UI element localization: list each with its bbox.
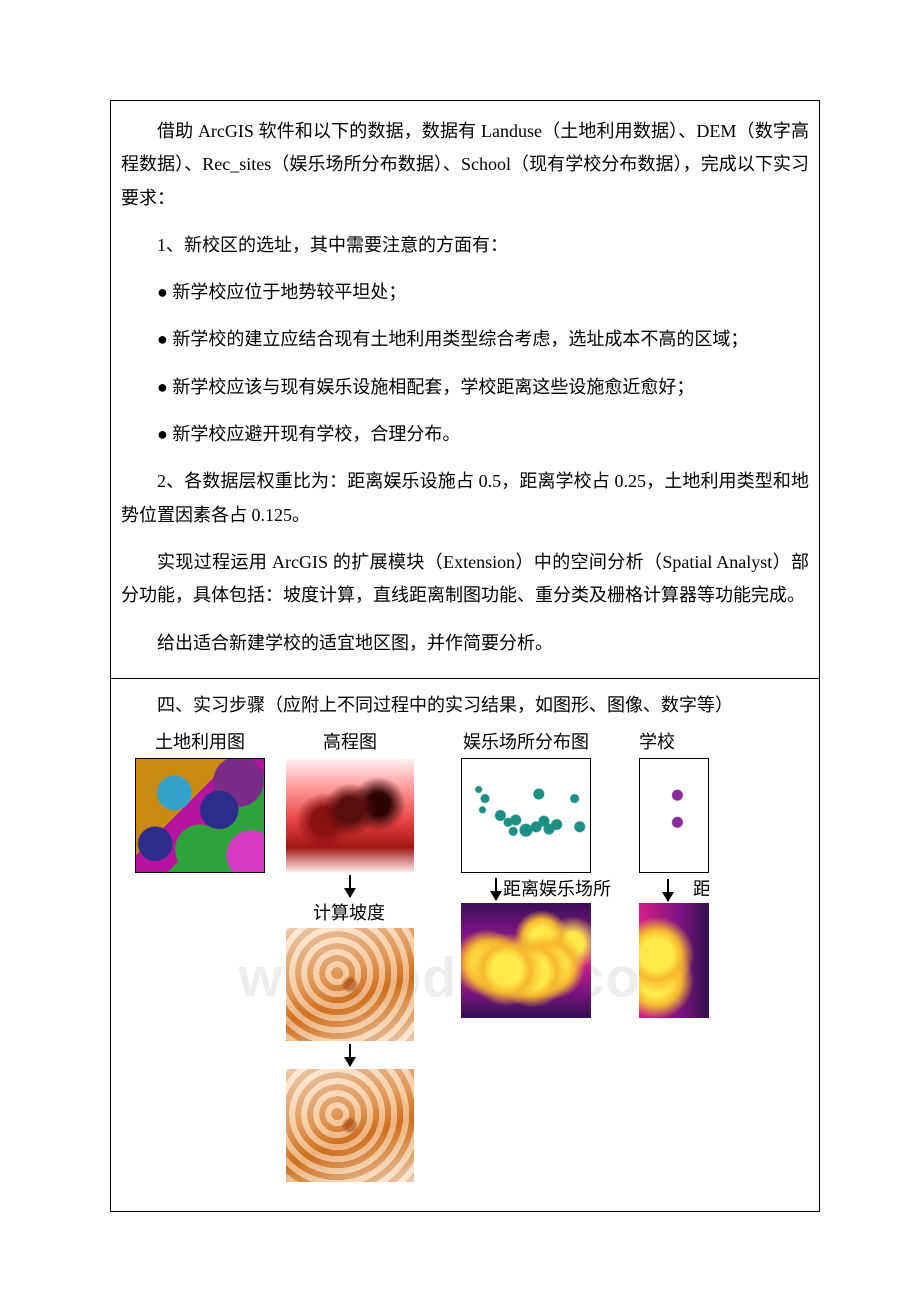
heading-steps: 四、实习步骤（应附上不同过程中的实习结果，如图形、图像、数字等） (121, 689, 809, 722)
bullet-3: ● 新学校应该与现有娱乐设施相配套，学校距离这些设施愈近愈好； (121, 371, 809, 404)
thumb-school-icon (639, 758, 709, 873)
section-steps: www.bdocx.com 四、实习步骤（应附上不同过程中的实习结果，如图形、图… (111, 679, 819, 1211)
bullet-4: ● 新学校应避开现有学校，合理分布。 (121, 418, 809, 451)
flow-step-school-label: 距 (693, 875, 709, 901)
flowchart: 土地利用图 高程图 计算坡度 娱乐场所分布图 距离娱乐场所 (121, 728, 809, 1183)
arrow-down-icon (495, 878, 497, 900)
arrow-down-icon (349, 875, 351, 897)
flow-col-school: 学校 距 (639, 728, 709, 1018)
thumb-slope-icon (285, 927, 415, 1042)
paragraph-item-2: 2、各数据层权重比为：距离娱乐设施占 0.5，距离学校占 0.25，土地利用类型… (121, 465, 809, 532)
thumb-rec-icon (461, 758, 591, 873)
thumb-dist-school-icon (639, 903, 709, 1018)
document-page: 借助 ArcGIS 软件和以下的数据，数据有 Landuse（土地利用数据）、D… (110, 100, 820, 1212)
thumb-slope2-icon (285, 1068, 415, 1183)
paragraph-method: 实现过程运用 ArcGIS 的扩展模块（Extension）中的空间分析（Spa… (121, 546, 809, 613)
flow-col-landuse: 土地利用图 (135, 728, 265, 873)
arrow-down-icon (349, 1044, 351, 1066)
arrow-down-icon (667, 879, 669, 901)
thumb-dem-icon (285, 758, 415, 873)
thumb-dist-rec-icon (461, 903, 591, 1018)
flow-step-rec-label: 距离娱乐场所 (503, 875, 611, 901)
flow-title-landuse: 土地利用图 (155, 728, 245, 754)
flow-col-dem: 高程图 计算坡度 (285, 728, 415, 1183)
paragraph-output: 给出适合新建学校的适宜地区图，并作简要分析。 (121, 627, 809, 660)
flow-col-rec: 娱乐场所分布图 距离娱乐场所 (439, 728, 613, 1018)
flow-title-rec: 娱乐场所分布图 (463, 728, 589, 754)
thumb-landuse-icon (135, 758, 265, 873)
paragraph-item-1: 1、新校区的选址，其中需要注意的方面有： (121, 229, 809, 262)
flow-title-school: 学校 (639, 728, 675, 754)
paragraph-intro: 借助 ArcGIS 软件和以下的数据，数据有 Landuse（土地利用数据）、D… (121, 115, 809, 215)
flow-title-dem: 高程图 (323, 728, 377, 754)
bullet-1: ● 新学校应位于地势较平坦处； (121, 276, 809, 309)
flow-step-slope-label: 计算坡度 (313, 899, 385, 925)
bullet-2: ● 新学校的建立应结合现有土地利用类型综合考虑，选址成本不高的区域； (121, 323, 809, 356)
section-requirements: 借助 ArcGIS 软件和以下的数据，数据有 Landuse（土地利用数据）、D… (111, 101, 819, 679)
